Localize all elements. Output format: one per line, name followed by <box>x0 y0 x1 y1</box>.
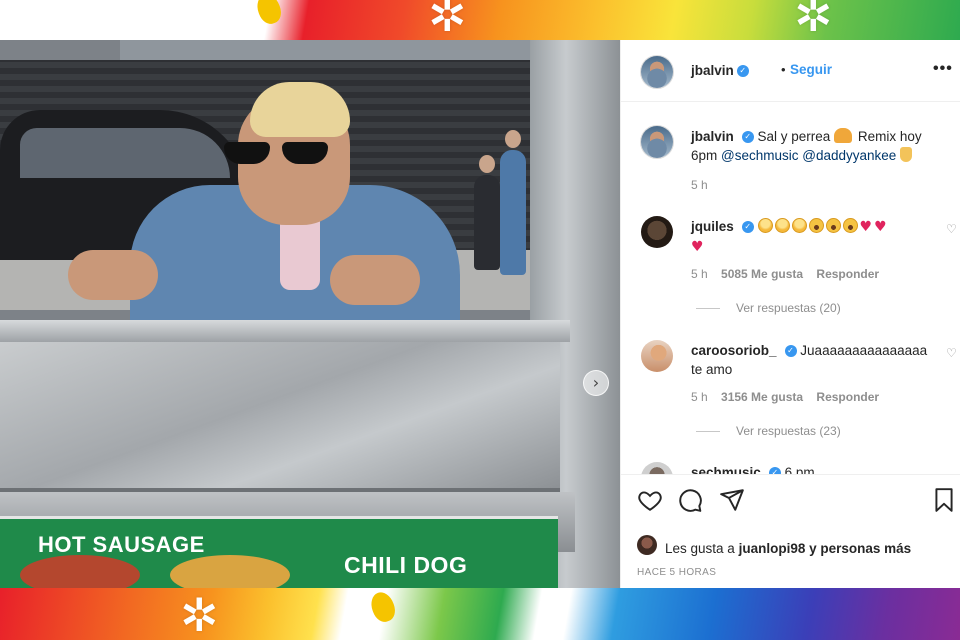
pedestrian <box>500 150 526 275</box>
comment-time: 5 h <box>691 390 708 404</box>
verified-badge-icon: ✓ <box>736 64 749 77</box>
follow-button[interactable]: Seguir <box>790 62 832 77</box>
pedestrian-head <box>479 155 495 173</box>
laughing-emoji-icon <box>757 218 773 233</box>
verified-badge-icon: ✓ <box>741 131 754 144</box>
comment-username[interactable]: caroosoriob_ <box>691 343 777 358</box>
view-replies-button[interactable]: Ver respuestas (23) <box>696 424 841 438</box>
like-comment-icon[interactable]: ♡ <box>946 222 957 236</box>
comment-time: 5 h <box>691 267 708 281</box>
person-hair <box>250 82 350 137</box>
avatar[interactable] <box>641 126 673 158</box>
post-header: jbalvin ✓ • Seguir ••• <box>621 40 960 102</box>
mention-link[interactable]: @sechmusic <box>721 148 798 163</box>
verified-badge-icon: ✓ <box>784 345 797 358</box>
view-replies-label[interactable]: Ver respuestas (23) <box>736 424 841 438</box>
likes-suffix[interactable]: y personas más <box>809 541 911 556</box>
sunglasses <box>224 142 336 166</box>
separator-dot: • <box>781 62 786 77</box>
comment-likes[interactable]: 5085 Me gusta <box>721 267 803 281</box>
post-actions: Les gusta a juanlopi98 y personas más HA… <box>621 474 960 588</box>
save-bookmark-icon[interactable] <box>931 487 957 513</box>
comment-bubble-icon[interactable] <box>677 487 703 513</box>
screaming-emoji-icon <box>842 218 858 233</box>
username-label[interactable]: jbalvin <box>691 63 734 78</box>
comment-text: jquiles ✓ ♥ ♥ ♥ <box>691 217 941 257</box>
avatar[interactable] <box>641 216 673 248</box>
like-comment-icon[interactable]: ♡ <box>946 346 957 360</box>
leaf-decoration <box>367 589 399 625</box>
caption-time: 5 h <box>691 178 708 192</box>
taco-emoji-icon <box>834 128 853 143</box>
like-heart-icon[interactable] <box>637 487 663 513</box>
cart-steel-tray <box>0 342 560 492</box>
view-replies-label[interactable]: Ver respuestas (20) <box>736 301 841 315</box>
view-replies-button[interactable]: Ver respuestas (20) <box>696 301 841 315</box>
laughing-emoji-icon <box>774 218 790 233</box>
rainbow-border-bottom: ✲ <box>0 588 960 640</box>
rainbow-border-top: ✲ ✲ <box>0 0 960 40</box>
liker-username[interactable]: juanlopi98 <box>739 541 806 556</box>
comment-body: 6 pm <box>784 465 815 474</box>
sparkle-decoration: ✲ <box>180 589 219 640</box>
caption-username[interactable]: jbalvin <box>691 129 734 144</box>
comment-username[interactable]: sechmusic <box>691 465 761 474</box>
likes-prefix: Les gusta a <box>665 541 735 556</box>
pray-emoji-icon <box>900 147 913 162</box>
sparkle-decoration: ✲ <box>428 0 467 40</box>
header-username[interactable]: jbalvin ✓ <box>691 62 749 80</box>
reply-button[interactable]: Responder <box>816 267 879 281</box>
heart-emoji-icon: ♥ <box>874 219 887 235</box>
caption-part: Sal y perrea <box>757 129 831 144</box>
pedestrian <box>474 175 500 270</box>
sparkle-decoration: ✲ <box>794 0 833 40</box>
leaf-decoration <box>253 0 285 27</box>
heart-emoji-icon: ♥ <box>859 219 873 235</box>
food-image <box>170 555 290 588</box>
laughing-emoji-icon <box>791 218 807 233</box>
pedestrian-head <box>505 130 521 148</box>
cart-top-rail <box>0 320 570 342</box>
comments-list[interactable]: jbalvin ✓ Sal y perrea Remix hoy 6pm @sec… <box>621 102 960 474</box>
heart-emoji-icon: ♥ <box>691 239 704 255</box>
mention-link[interactable]: @daddyyankee <box>802 148 896 163</box>
verified-badge-icon: ✓ <box>741 221 754 234</box>
comment-text: caroosoriob_ ✓ Juaaaaaaaaaaaaaaa te amo <box>691 341 941 379</box>
sign-chili-dog: CHILI DOG <box>344 552 468 578</box>
likes-summary: Les gusta a juanlopi98 y personas más <box>665 541 911 556</box>
avatar[interactable] <box>641 340 673 372</box>
post-timestamp: HACE 5 HORAS <box>637 567 717 578</box>
screaming-emoji-icon <box>808 218 824 233</box>
comment-meta: 5 h 3156 Me gusta Responder <box>691 390 879 404</box>
replies-divider <box>696 308 720 310</box>
post-photo[interactable]: HOT SAUSAGE CHILI DOG › <box>0 40 620 588</box>
sign-hot-sausage: HOT SAUSAGE <box>38 532 205 557</box>
replies-divider <box>696 431 720 433</box>
person-hand-left <box>68 250 158 300</box>
avatar[interactable] <box>641 56 673 88</box>
avatar[interactable] <box>641 462 673 474</box>
person-hand-right <box>330 255 420 305</box>
avatar[interactable] <box>637 535 657 555</box>
chevron-right-icon[interactable]: › <box>583 370 609 396</box>
comment-meta: 5 h 5085 Me gusta Responder <box>691 267 879 281</box>
reply-button[interactable]: Responder <box>816 390 879 404</box>
caption-text: jbalvin ✓ Sal y perrea Remix hoy 6pm @sec… <box>691 127 941 165</box>
post-side-panel: jbalvin ✓ • Seguir ••• jbalvin ✓ Sal y per… <box>620 40 960 588</box>
food-image <box>20 555 140 588</box>
comment-likes[interactable]: 3156 Me gusta <box>721 390 803 404</box>
comment-text: sechmusic ✓ 6 pm <box>691 463 941 474</box>
share-send-icon[interactable] <box>719 487 745 513</box>
car-window <box>20 128 230 178</box>
more-options-icon[interactable]: ••• <box>933 60 953 78</box>
screaming-emoji-icon <box>825 218 841 233</box>
comment-username[interactable]: jquiles <box>691 219 734 234</box>
